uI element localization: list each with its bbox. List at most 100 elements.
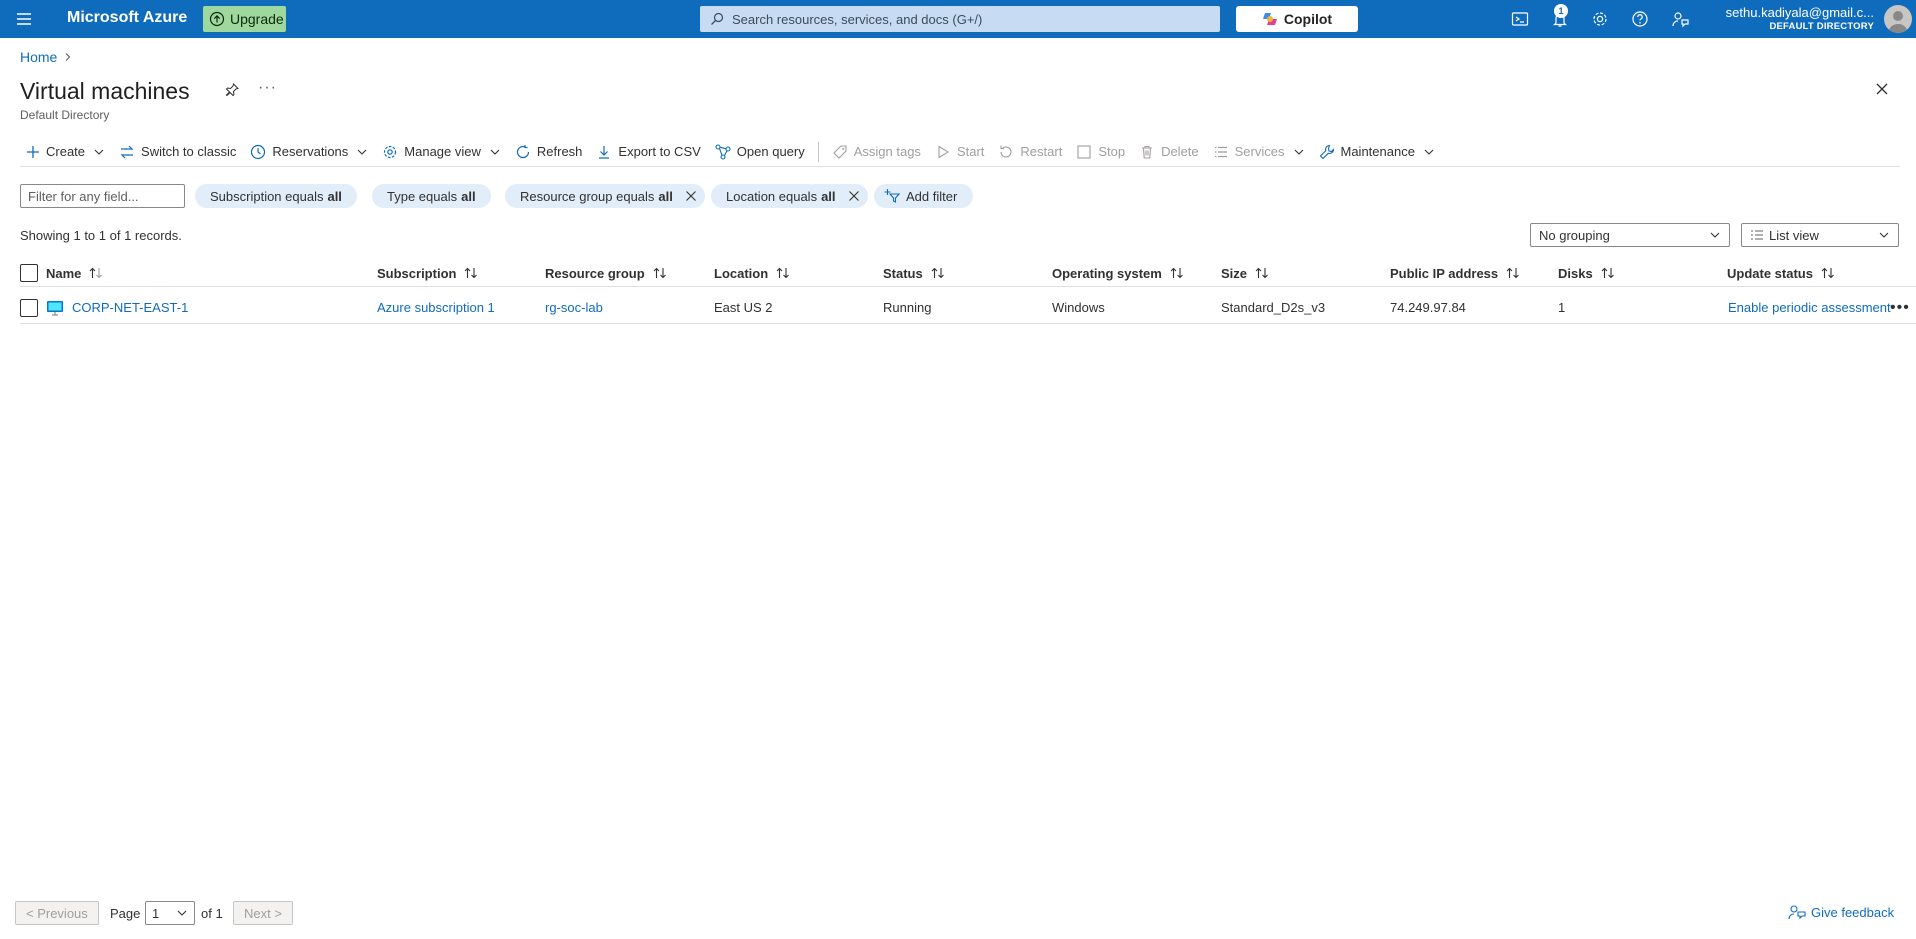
chevron-down-icon (1878, 229, 1890, 241)
filter-pill-resource-group[interactable]: Resource group equals all (505, 184, 705, 208)
cell-public-ip: 74.249.97.84 (1390, 300, 1466, 315)
search-input[interactable] (732, 11, 1212, 27)
assign-tags-label: Assign tags (853, 144, 921, 159)
select-all-checkbox[interactable] (20, 264, 38, 282)
stop-button[interactable]: Stop (1069, 138, 1132, 166)
add-filter-label: Add filter (906, 188, 958, 204)
copilot-button[interactable]: Copilot (1236, 6, 1358, 32)
filter-pill-type[interactable]: Type equals all (372, 184, 491, 208)
column-header-operating-system[interactable]: Operating system (1052, 260, 1184, 286)
services-button[interactable]: Services (1206, 138, 1312, 166)
remove-filter-icon[interactable] (848, 190, 860, 202)
vm-name-link[interactable]: CORP-NET-EAST-1 (72, 300, 188, 315)
view-select-content: List view (1750, 228, 1819, 243)
gear-icon[interactable] (1590, 9, 1610, 29)
add-filter-button[interactable]: Add filter (874, 184, 974, 208)
filter-pill-location[interactable]: Location equals all (711, 184, 868, 208)
export-to-csv-button[interactable]: Export to CSV (589, 138, 707, 166)
more-options-icon[interactable]: ··· (258, 79, 277, 97)
column-header-label: Subscription (377, 265, 457, 281)
table-header: Name Subscription Resource group Locatio… (20, 260, 1916, 287)
sort-icon (464, 267, 478, 279)
cell-size: Standard_D2s_v3 (1221, 300, 1326, 315)
view-select[interactable]: List view (1741, 223, 1899, 247)
page-select[interactable]: 1 (145, 901, 195, 925)
maintenance-button[interactable]: Maintenance (1312, 138, 1442, 166)
delete-button[interactable]: Delete (1132, 138, 1206, 166)
open-query-button[interactable]: Open query (708, 138, 812, 166)
sort-icon (1255, 267, 1269, 279)
pin-icon[interactable] (224, 82, 240, 98)
assign-tags-button[interactable]: Assign tags (825, 138, 928, 166)
table-row[interactable]: CORP-NET-EAST-1 Azure subscription 1 rg-… (20, 292, 1916, 324)
help-icon[interactable] (1630, 9, 1650, 29)
copilot-icon (1262, 11, 1278, 27)
sort-icon (1601, 267, 1615, 279)
wrench-icon (1319, 144, 1335, 160)
reservations-label: Reservations (272, 144, 349, 159)
column-header-name[interactable]: Name (46, 260, 103, 286)
restart-button[interactable]: Restart (991, 138, 1069, 166)
start-button[interactable]: Start (928, 138, 991, 166)
cloud-shell-icon[interactable] (1510, 9, 1530, 29)
column-header-label: Update status (1727, 265, 1813, 281)
cell-location: East US 2 (714, 300, 773, 315)
row-more-icon[interactable]: ••• (1890, 292, 1910, 323)
column-header-status[interactable]: Status (883, 260, 945, 286)
switch-to-classic-button[interactable]: Switch to classic (112, 138, 243, 166)
previous-page-button[interactable]: < Previous (15, 901, 99, 925)
give-feedback-link[interactable]: Give feedback (1788, 904, 1894, 920)
brand-title[interactable]: Microsoft Azure (67, 9, 187, 27)
column-header-resource-group[interactable]: Resource group (545, 260, 667, 286)
column-header-size[interactable]: Size (1221, 260, 1269, 286)
search-icon (710, 12, 724, 26)
global-search[interactable] (700, 6, 1220, 32)
start-label: Start (956, 144, 985, 159)
chevron-down-icon (1709, 229, 1721, 241)
resource-group-link[interactable]: rg-soc-lab (545, 300, 603, 315)
filter-pill-value: all (658, 188, 673, 204)
filter-pill-subscription[interactable]: Subscription equals all (195, 184, 357, 208)
filter-input[interactable] (20, 184, 185, 208)
enable-periodic-assessment-link[interactable]: Enable periodic assessment (1728, 300, 1891, 315)
switch-to-classic-label: Switch to classic (141, 144, 237, 159)
refresh-button[interactable]: Refresh (508, 138, 590, 166)
column-header-subscription[interactable]: Subscription (377, 260, 478, 286)
page-of-label: of 1 (201, 906, 223, 921)
filter-pill-label: Subscription equals (210, 188, 324, 204)
column-header-update-status[interactable]: Update status (1727, 260, 1835, 286)
column-header-disks[interactable]: Disks (1558, 260, 1615, 286)
subscription-link[interactable]: Azure subscription 1 (377, 300, 495, 315)
reservations-button[interactable]: Reservations (243, 138, 375, 166)
feedback-person-icon[interactable] (1670, 9, 1690, 29)
filter-pill-value: all (327, 188, 342, 204)
list-icon (1213, 144, 1229, 160)
refresh-icon (515, 144, 531, 160)
arrow-up-circle-icon (209, 11, 225, 27)
row-checkbox[interactable] (20, 298, 38, 317)
remove-filter-icon[interactable] (685, 190, 697, 202)
column-header-location[interactable]: Location (714, 260, 790, 286)
close-icon[interactable] (1874, 81, 1890, 97)
column-header-label: Name (46, 265, 82, 281)
sort-icon (1506, 267, 1520, 279)
manage-view-button[interactable]: Manage view (375, 138, 508, 166)
column-header-label: Disks (1558, 265, 1593, 281)
chevron-down-icon (1293, 146, 1305, 158)
cell-name: CORP-NET-EAST-1 (46, 292, 188, 323)
hamburger-icon[interactable] (14, 9, 34, 29)
breadcrumb-home[interactable]: Home (20, 49, 57, 65)
column-header-label: Resource group (545, 265, 645, 281)
chevron-right-icon (63, 52, 73, 62)
grouping-select[interactable]: No grouping (1530, 223, 1730, 247)
account-info[interactable]: sethu.kadiyala@gmail.c... DEFAULT DIRECT… (1726, 5, 1874, 32)
create-button[interactable]: Create (20, 138, 112, 166)
upgrade-button[interactable]: Upgrade (203, 6, 286, 32)
filter-pill-label: Type equals (387, 188, 458, 204)
column-header-public-ip[interactable]: Public IP address (1390, 260, 1520, 286)
avatar[interactable] (1884, 5, 1912, 33)
clock-icon (250, 144, 266, 160)
next-page-button[interactable]: Next > (233, 901, 293, 925)
list-view-icon (1750, 229, 1764, 241)
chevron-down-icon (356, 146, 368, 158)
